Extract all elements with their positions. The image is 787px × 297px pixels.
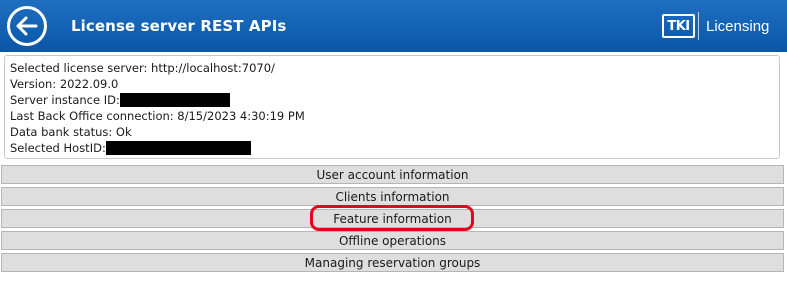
app-header: License server REST APIs TKI Licensing — [0, 0, 787, 52]
menu-item-clients-information[interactable]: Clients information — [1, 187, 784, 206]
brand-divider — [698, 12, 699, 40]
menu-item-user-account-information[interactable]: User account information — [1, 165, 784, 184]
version-text: Version: 2022.09.0 — [10, 77, 119, 91]
redacted-server-instance-id — [119, 93, 230, 107]
brand: TKI Licensing — [662, 12, 769, 40]
data-bank-status-text: Data bank status: Ok — [10, 125, 132, 139]
last-back-office-text: Last Back Office connection: 8/15/2023 4… — [10, 109, 305, 123]
page-title: License server REST APIs — [71, 17, 287, 35]
data-bank-status-line: Data bank status: Ok — [10, 124, 779, 140]
server-instance-line: Server instance ID: — [10, 92, 779, 108]
arrow-left-icon — [16, 16, 38, 36]
license-server-line: Selected license server: http://localhos… — [10, 60, 779, 76]
tki-logo: TKI — [662, 14, 695, 38]
brand-text: Licensing — [706, 17, 770, 35]
server-instance-label: Server instance ID: — [10, 93, 120, 107]
server-info-panel: Selected license server: http://localhos… — [4, 55, 780, 159]
menu-item-managing-reservation-groups[interactable]: Managing reservation groups — [1, 253, 784, 272]
back-button[interactable] — [7, 6, 47, 46]
redacted-host-id — [105, 141, 251, 155]
menu-item-feature-information[interactable]: Feature information — [1, 209, 784, 228]
host-id-label: Selected HostID: — [10, 141, 106, 155]
version-line: Version: 2022.09.0 — [10, 76, 779, 92]
license-server-text: Selected license server: http://localhos… — [10, 61, 275, 75]
host-id-line: Selected HostID: — [10, 140, 779, 156]
menu-item-offline-operations[interactable]: Offline operations — [1, 231, 784, 250]
last-back-office-line: Last Back Office connection: 8/15/2023 4… — [10, 108, 779, 124]
